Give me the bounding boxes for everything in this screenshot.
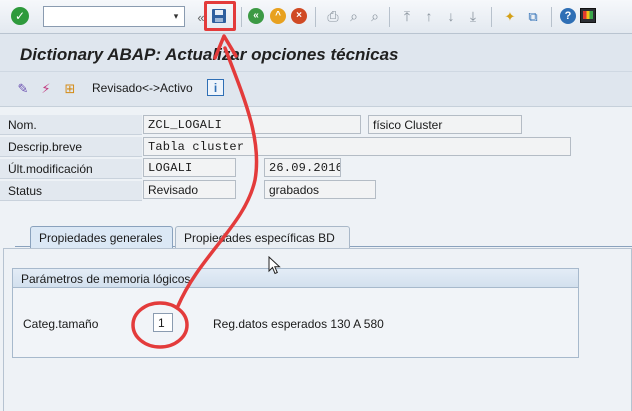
tab-propiedades-generales[interactable]: Propiedades generales: [30, 226, 173, 248]
categ-tamano-input[interactable]: 1: [153, 313, 173, 332]
save-highlight-box: [204, 1, 236, 31]
first-page-icon[interactable]: ⤒: [397, 6, 417, 26]
toolbar-separator: [491, 7, 492, 27]
back-icon[interactable]: «: [248, 8, 264, 24]
find-next-icon[interactable]: ⌕: [365, 6, 385, 26]
toolbar-separator: [389, 7, 390, 27]
layout-menu-icon[interactable]: [580, 8, 596, 23]
memory-parameters-group: Parámetros de memoria lógicos: [12, 268, 579, 358]
shortcut-icon[interactable]: ⧉: [523, 6, 543, 26]
system-toolbar: ✓ ▾ « « ^ × ⎙ ⌕ ⌕ ⤒ ↑ ↓ ⤓ ✦ ⧉ ?: [0, 0, 632, 34]
previous-page-icon[interactable]: ↑: [419, 6, 439, 26]
exit-icon[interactable]: ^: [270, 8, 286, 24]
group-title: Parámetros de memoria lógicos: [21, 272, 191, 286]
page-title: Dictionary ABAP: Actualizar opciones téc…: [20, 45, 399, 64]
chevron-down-icon[interactable]: ▾: [170, 10, 182, 23]
command-input[interactable]: [44, 7, 164, 24]
group-header: Parámetros de memoria lógicos: [13, 269, 578, 288]
revisado-activo-button[interactable]: Revisado<->Activo: [92, 81, 193, 95]
categ-tamano-description: Reg.datos esperados 130 A 580: [213, 317, 384, 331]
status-field: Revisado: [143, 180, 236, 199]
check-icon[interactable]: ✓: [11, 7, 29, 25]
status-saved-field: grabados: [264, 180, 376, 199]
find-icon[interactable]: ⌕: [344, 6, 364, 26]
nom-field: ZCL_LOGALI: [143, 115, 361, 134]
command-field[interactable]: ▾: [43, 6, 185, 27]
last-page-icon[interactable]: ⤓: [463, 6, 483, 26]
hierarchy-icon[interactable]: ⊞: [61, 80, 79, 98]
info-icon[interactable]: i: [207, 79, 224, 96]
toolbar-separator: [241, 7, 242, 27]
descrip-label: Descrip.breve: [8, 140, 83, 154]
create-session-icon[interactable]: ✦: [500, 6, 520, 26]
tab-propiedades-especificas-bd[interactable]: Propiedades específicas BD: [175, 226, 350, 248]
mouse-pointer-icon: [268, 256, 281, 275]
last-changed-by-field: LOGALI: [143, 158, 236, 177]
table-category-field: físico Cluster: [368, 115, 522, 134]
nom-label: Nom.: [8, 118, 37, 132]
print-icon[interactable]: ⎙: [323, 6, 343, 26]
ultmod-label: Últ.modificación: [8, 162, 93, 176]
descrip-field: Tabla cluster: [143, 137, 571, 156]
title-bar: Dictionary ABAP: Actualizar opciones téc…: [0, 34, 632, 72]
next-page-icon[interactable]: ↓: [441, 6, 461, 26]
help-icon[interactable]: ?: [560, 8, 576, 24]
glasses-edit-icon[interactable]: ✎: [14, 80, 32, 98]
toolbar-separator: [551, 7, 552, 27]
cancel-icon[interactable]: ×: [291, 8, 307, 24]
last-changed-date-field: 26.09.2016: [264, 158, 341, 177]
status-label: Status: [8, 184, 43, 198]
categ-tamano-label: Categ.tamaño: [23, 317, 99, 331]
magic-wand-icon[interactable]: ⚡: [37, 80, 55, 98]
toolbar-separator: [315, 7, 316, 27]
